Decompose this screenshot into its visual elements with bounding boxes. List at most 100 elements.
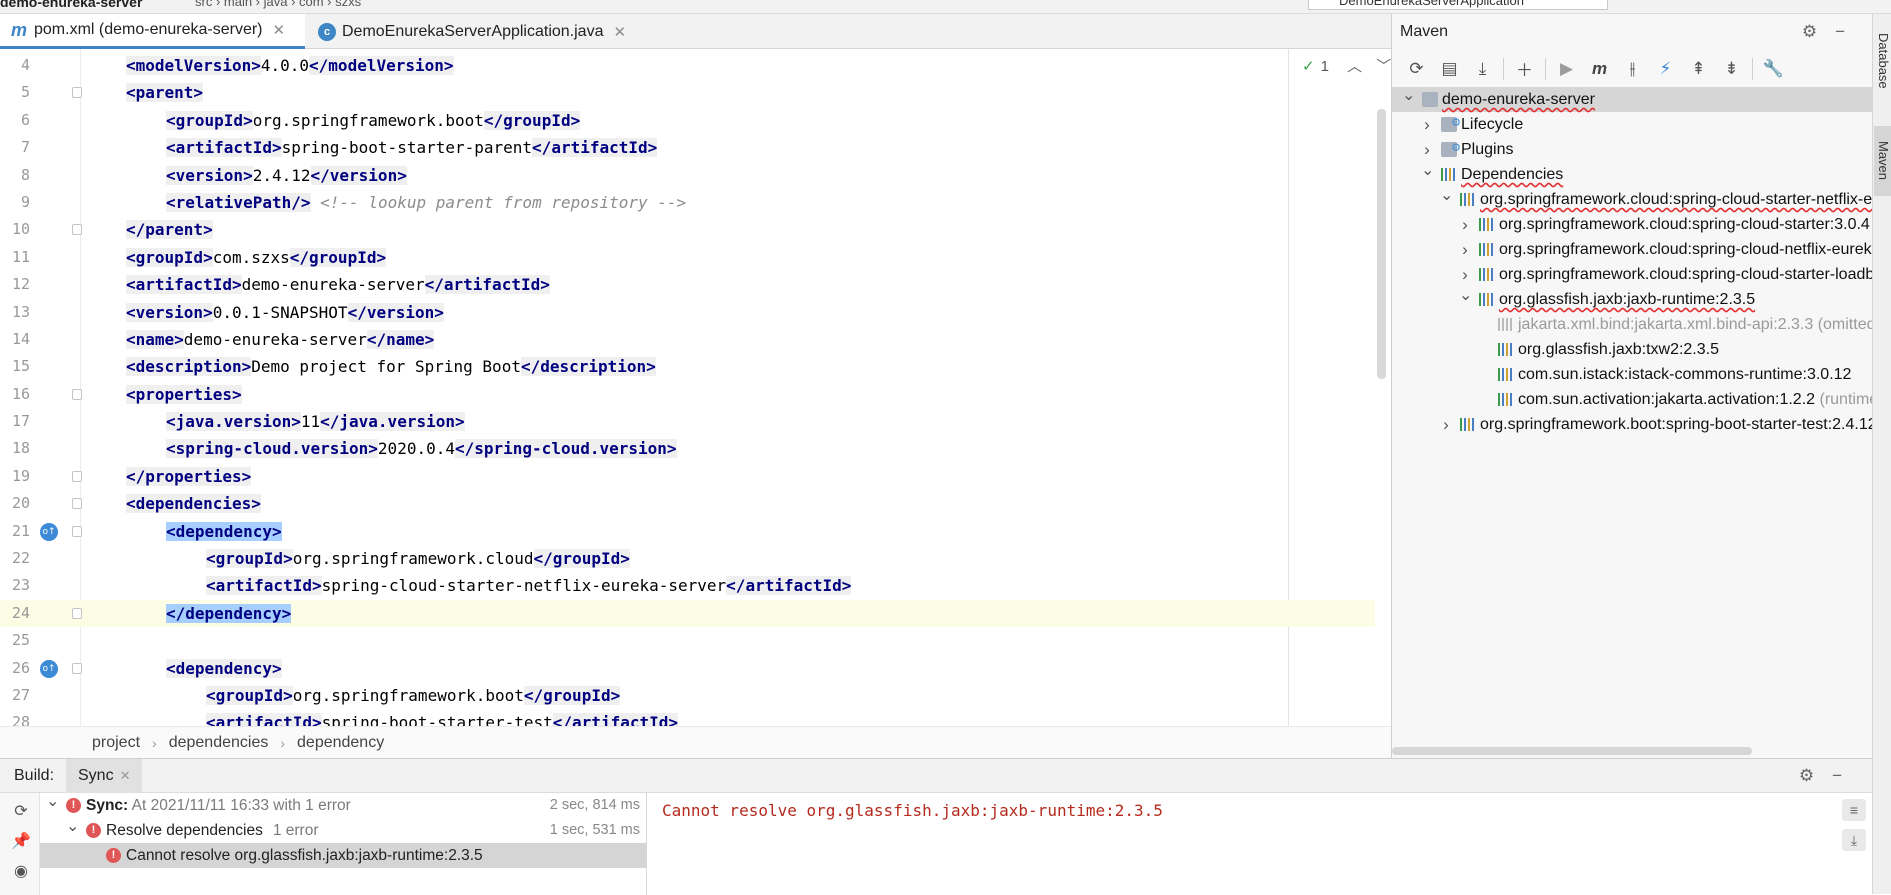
tab-sync[interactable]: Sync ✕ (66, 759, 143, 793)
chevron-down-icon[interactable]: ⌄ (1402, 83, 1415, 108)
code-line[interactable]: 27 <groupId>org.springframework.boot</gro… (0, 682, 1375, 709)
breadcrumb-dependencies[interactable]: dependencies (169, 734, 269, 752)
collapse-all-icon[interactable]: ⇟ (1715, 55, 1748, 83)
code-line[interactable]: 11 <groupId>com.szxs</groupId> (0, 244, 1375, 271)
maven-tree-node[interactable]: ⌄ org.glassfish.jaxb:jaxb-runtime:2.3.5 (1392, 287, 1872, 312)
fold-marker-icon[interactable] (72, 607, 82, 619)
code-line[interactable]: 21 o↑ <dependency> (0, 518, 1375, 545)
maven-tree-node[interactable]: › org.springframework.cloud:spring-cloud-… (1392, 237, 1872, 262)
fold-marker-icon[interactable] (72, 388, 82, 400)
fold-marker-icon[interactable] (72, 470, 82, 482)
code-line[interactable]: 8 <version>2.4.12</version> (0, 162, 1375, 189)
skip-tests-icon[interactable]: ⚡ (1649, 55, 1682, 83)
chevron-down-icon[interactable]: ⌄ (1421, 158, 1434, 183)
code-line[interactable]: 13 <version>0.0.1-SNAPSHOT</version> (0, 299, 1375, 326)
maven-tree-node[interactable]: jakarta.xml.bind:jakarta.xml.bind-api:2.… (1392, 312, 1872, 337)
chevron-right-icon[interactable]: › (1440, 412, 1452, 437)
build-console[interactable]: Cannot resolve org.glassfish.jaxb:jaxb-r… (648, 793, 1828, 895)
reload-icon[interactable]: ⟳ (1400, 55, 1433, 83)
minimize-icon[interactable]: − (1832, 766, 1860, 785)
maven-horizontal-scrollbar[interactable] (1392, 747, 1752, 755)
download-icon[interactable]: ⤓ (1466, 55, 1499, 83)
chevron-right-icon[interactable]: › (1421, 112, 1433, 137)
plus-icon[interactable]: ＋ (1508, 55, 1541, 83)
maven-tree-node[interactable]: org.glassfish.jaxb:txw2:2.3.5 (1392, 337, 1872, 362)
resync-icon[interactable]: ⟳ (11, 801, 31, 821)
dependency-gutter-icon[interactable]: o↑ (40, 659, 58, 678)
settings-wrench-icon[interactable]: 🔧 (1757, 55, 1790, 83)
close-icon[interactable]: ✕ (120, 768, 131, 784)
code-line[interactable]: 17 <java.version>11</java.version> (0, 408, 1375, 435)
fold-marker-icon[interactable] (72, 525, 82, 537)
code-line[interactable]: 6 <groupId>org.springframework.boot</grou… (0, 107, 1375, 134)
breadcrumb-dependency[interactable]: dependency (297, 734, 384, 752)
scroll-to-end-icon[interactable]: ⤓ (1842, 829, 1866, 851)
fold-marker-icon[interactable] (72, 662, 82, 674)
fold-marker-icon[interactable] (72, 224, 82, 236)
code-line[interactable]: 5 <parent> (0, 79, 1375, 106)
maven-tree-node[interactable]: com.sun.activation:jakarta.activation:1.… (1392, 387, 1872, 412)
database-tool-tab[interactable]: Database (1874, 22, 1891, 100)
code-line[interactable]: 9 <relativePath/> <!-- lookup parent from… (0, 189, 1375, 216)
chevron-right-icon[interactable]: › (1459, 237, 1471, 262)
maven-tree-node[interactable]: ⌄ org.springframework.cloud:spring-cloud-… (1392, 187, 1872, 212)
code-line[interactable]: 16 <properties> (0, 381, 1375, 408)
code-line[interactable]: 23 <artifactId>spring-cloud-starter-netfl… (0, 572, 1375, 599)
maven-tree-node[interactable]: ⌄ Dependencies (1392, 162, 1872, 187)
add-folder-icon[interactable]: ▤ (1433, 55, 1466, 83)
build-event-tree[interactable]: ⌄! Sync: At 2021/11/11 16:33 with 1 error… (40, 793, 647, 895)
code-line[interactable]: 28 <artifactId>spring-boot-starter-test</… (0, 709, 1375, 726)
maven-project-tree[interactable]: ⌄ demo-enureka-server › ⚙ Lifecycle › ⚙ Plugins… (1392, 87, 1872, 437)
soft-wrap-icon[interactable]: ≡ (1842, 799, 1866, 821)
code-lines[interactable]: 4 <modelVersion>4.0.0</modelVersion> 5 <par… (0, 52, 1375, 726)
close-icon[interactable]: ✕ (613, 23, 626, 41)
maven-tree-node[interactable]: › ⚙ Lifecycle (1392, 112, 1872, 137)
code-line[interactable]: 7 <artifactId>spring-boot-starter-parent<… (0, 134, 1375, 161)
build-event-row[interactable]: ⌄! Sync: At 2021/11/11 16:33 with 1 error… (40, 793, 646, 818)
maven-tree-node[interactable]: › org.springframework.cloud:spring-cloud-… (1392, 212, 1872, 237)
code-line[interactable]: 15 <description>Demo project for Spring B… (0, 353, 1375, 380)
maven-tree-node[interactable]: com.sun.istack:istack-commons-runtime:3.… (1392, 362, 1872, 387)
code-line[interactable]: 18 <spring-cloud.version>2020.0.4</spring… (0, 435, 1375, 462)
chevron-up-icon[interactable]: ︿ (1347, 58, 1362, 75)
fold-marker-icon[interactable] (72, 498, 82, 510)
code-line[interactable]: 19 </properties> (0, 463, 1375, 490)
pin-icon[interactable]: 📌 (11, 831, 31, 851)
code-line[interactable]: 24 </dependency> (0, 599, 1375, 628)
tab-pom-xml[interactable]: m pom.xml (demo-enureka-server) ✕ (0, 14, 305, 49)
gear-icon[interactable]: ⚙ (1802, 22, 1835, 41)
code-editor[interactable]: 4 <modelVersion>4.0.0</modelVersion> 5 <par… (0, 49, 1391, 726)
chevron-down-icon[interactable]: ⌄ (1459, 283, 1472, 308)
chevron-down-icon[interactable]: ⌄ (66, 814, 79, 839)
code-line[interactable]: 10 </parent> (0, 216, 1375, 243)
run-icon[interactable]: ▶ (1550, 55, 1583, 83)
maven-tree-node[interactable]: › org.springframework.boot:spring-boot-st… (1392, 412, 1872, 437)
code-line[interactable]: 4 <modelVersion>4.0.0</modelVersion> (0, 52, 1375, 79)
maven-tool-tab[interactable]: Maven (1874, 126, 1891, 196)
fold-marker-icon[interactable] (72, 87, 82, 99)
breadcrumb-project[interactable]: project (92, 734, 140, 752)
inspection-widget[interactable]: ✓ 1 ︿ ﹀ (1302, 55, 1391, 76)
run-configuration-selector[interactable]: DemoEnurekaServerApplication (1308, 0, 1608, 10)
gear-icon[interactable]: ⚙ (1799, 766, 1832, 785)
editor-scrollbar[interactable] (1377, 109, 1386, 379)
tab-application-java[interactable]: c DemoEnurekaServerApplication.java ✕ (308, 14, 636, 49)
chevron-down-icon[interactable]: ﹀ (1376, 58, 1391, 75)
build-event-row[interactable]: ⌄! Resolve dependencies 1 error 1 sec, 531 … (40, 818, 646, 843)
eye-icon[interactable]: ◉ (11, 861, 31, 881)
path-breadcrumb[interactable]: src › main › java › com › szxs (195, 0, 361, 9)
build-event-row[interactable]: ! Cannot resolve org.glassfish.jaxb:jaxb-… (40, 843, 646, 868)
code-line[interactable]: 22 <groupId>org.springframework.cloud</gr… (0, 545, 1375, 572)
chevron-down-icon[interactable]: ⌄ (46, 789, 59, 814)
chevron-down-icon[interactable]: ⌄ (1440, 183, 1453, 208)
close-icon[interactable]: ✕ (273, 21, 286, 39)
code-line[interactable]: 26 o↑ <dependency> (0, 655, 1375, 682)
code-line[interactable]: 20 <dependencies> (0, 490, 1375, 517)
maven-goal-icon[interactable]: m (1583, 55, 1616, 83)
chevron-right-icon[interactable]: › (1459, 212, 1471, 237)
toggle-offline-icon[interactable]: ⫲ (1616, 55, 1649, 83)
maven-tree-node[interactable]: ⌄ demo-enureka-server (1392, 87, 1872, 112)
show-deps-icon[interactable]: ⇞ (1682, 55, 1715, 83)
code-line[interactable]: 25 (0, 627, 1375, 654)
minimize-icon[interactable]: − (1835, 22, 1863, 41)
